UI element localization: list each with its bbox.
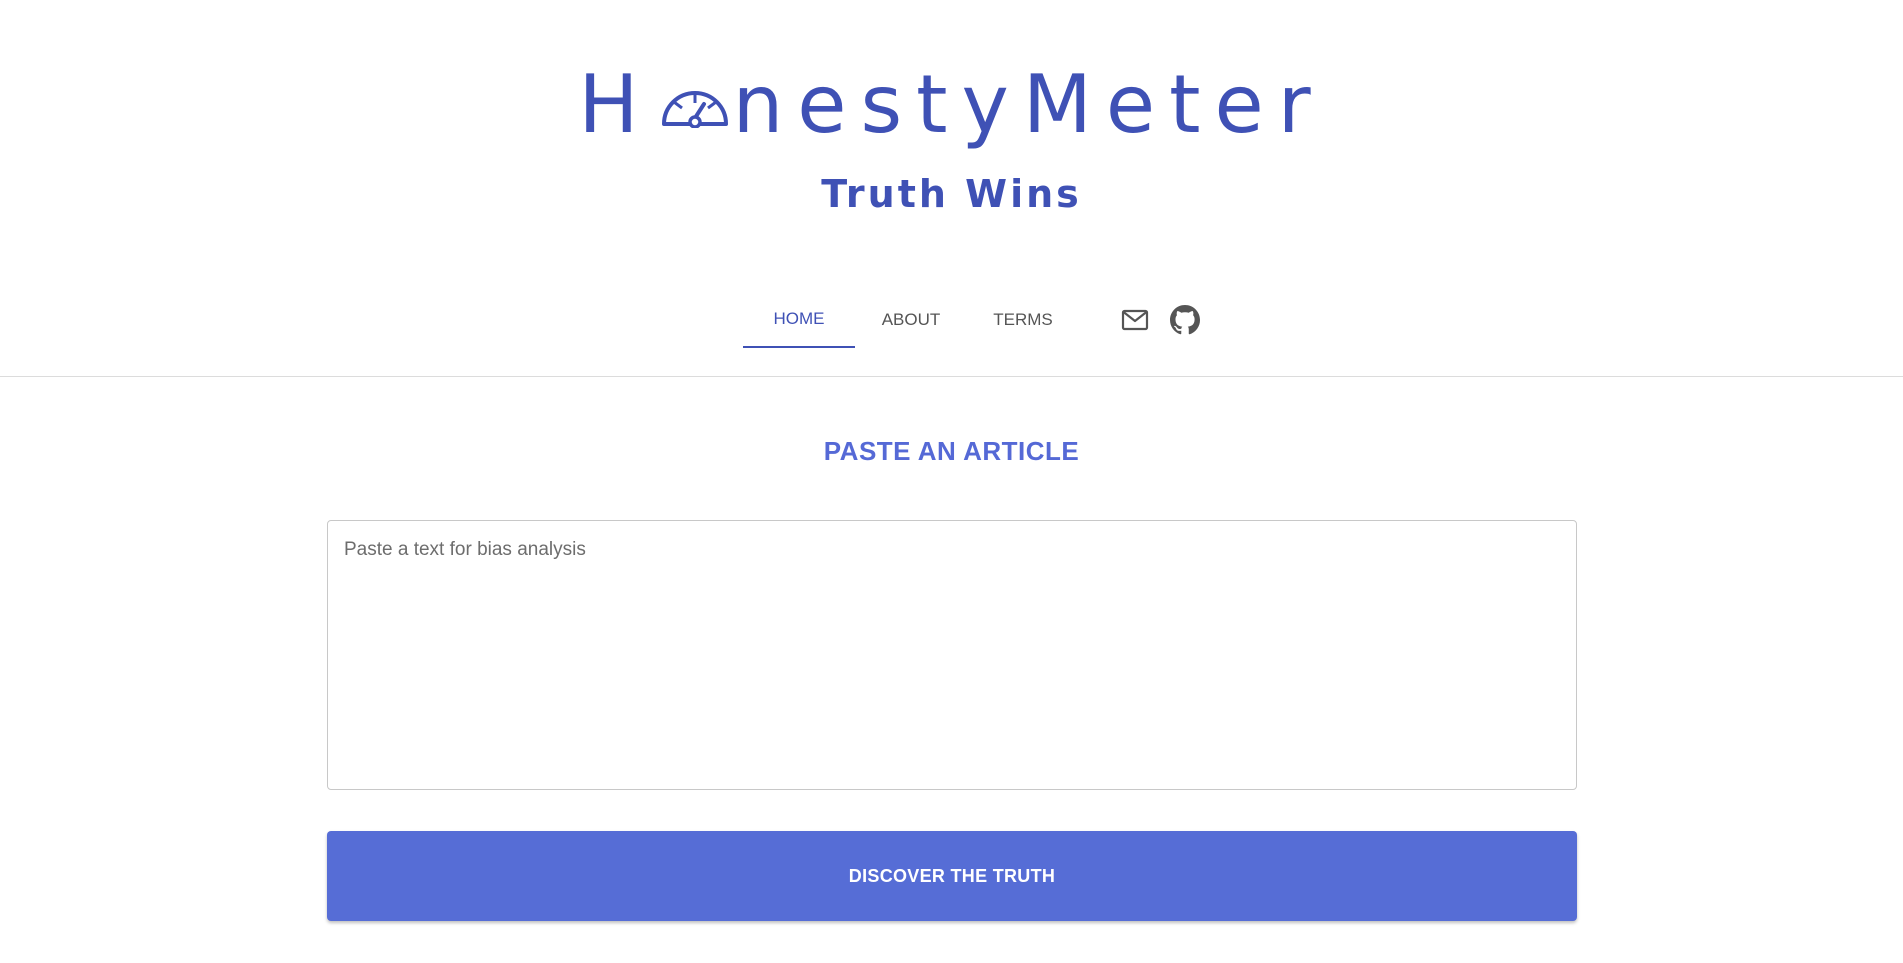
tab-terms[interactable]: TERMS: [967, 292, 1079, 348]
site-header: H nestyMeter Truth Wins HOME ABOUT TERMS: [0, 0, 1903, 377]
tab-about[interactable]: ABOUT: [855, 292, 967, 348]
logo-suffix: nestyMeter: [732, 58, 1325, 151]
mail-icon[interactable]: [1119, 304, 1151, 336]
logo: H nestyMeter: [0, 60, 1903, 150]
article-input[interactable]: [327, 520, 1577, 790]
gauge-icon: [659, 60, 731, 150]
nav-icons: [1119, 292, 1219, 348]
page-title: PASTE AN ARTICLE: [823, 436, 1080, 466]
tagline: Truth Wins: [821, 172, 1082, 216]
main-nav: HOME ABOUT TERMS: [743, 292, 1219, 348]
discover-truth-button[interactable]: DISCOVER THE TRUTH: [327, 831, 1577, 921]
github-icon[interactable]: [1169, 304, 1201, 336]
tab-home[interactable]: HOME: [743, 292, 855, 348]
logo-prefix: H: [578, 58, 653, 151]
